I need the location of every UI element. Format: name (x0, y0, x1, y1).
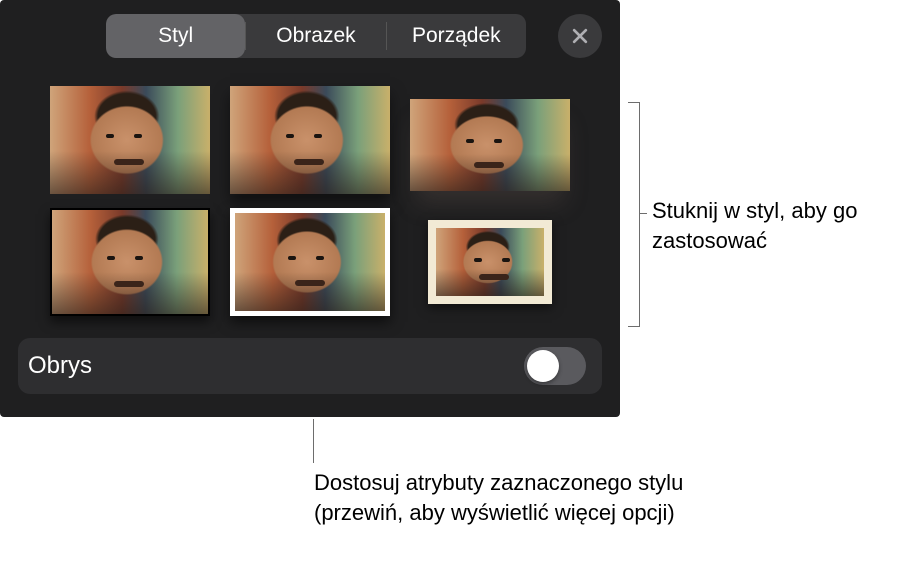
style-thumb-reflection[interactable] (410, 86, 570, 204)
segmented-control: Styl Obrazek Porządek (106, 14, 526, 58)
style-thumb-thin-black-border[interactable] (50, 208, 210, 316)
switch-knob (527, 350, 559, 382)
callout-leader (313, 419, 314, 463)
tab-image[interactable]: Obrazek (246, 14, 385, 58)
callout-leader (639, 102, 640, 327)
callout-leader (628, 326, 640, 327)
callout-leader (639, 213, 647, 214)
outline-row[interactable]: Obrys (18, 338, 602, 394)
close-button[interactable] (558, 14, 602, 58)
style-thumb-white-border[interactable] (230, 208, 390, 316)
tab-style[interactable]: Styl (106, 14, 245, 58)
outline-label: Obrys (28, 352, 92, 380)
style-thumb-shadow[interactable] (230, 86, 390, 194)
style-grid (0, 58, 620, 338)
outline-switch[interactable] (524, 347, 586, 385)
callout-style-tap: Stuknij w styl, aby go zastosować (652, 196, 892, 255)
close-icon (570, 26, 590, 46)
callout-adjust-attributes: Dostosuj atrybuty zaznaczonego stylu (pr… (314, 468, 734, 527)
style-thumb-cream-frame[interactable] (410, 208, 570, 316)
tab-order[interactable]: Porządek (387, 14, 526, 58)
format-panel: Styl Obrazek Porządek (0, 0, 620, 417)
segmented-control-row: Styl Obrazek Porządek (0, 0, 620, 58)
style-thumb-plain[interactable] (50, 86, 210, 194)
